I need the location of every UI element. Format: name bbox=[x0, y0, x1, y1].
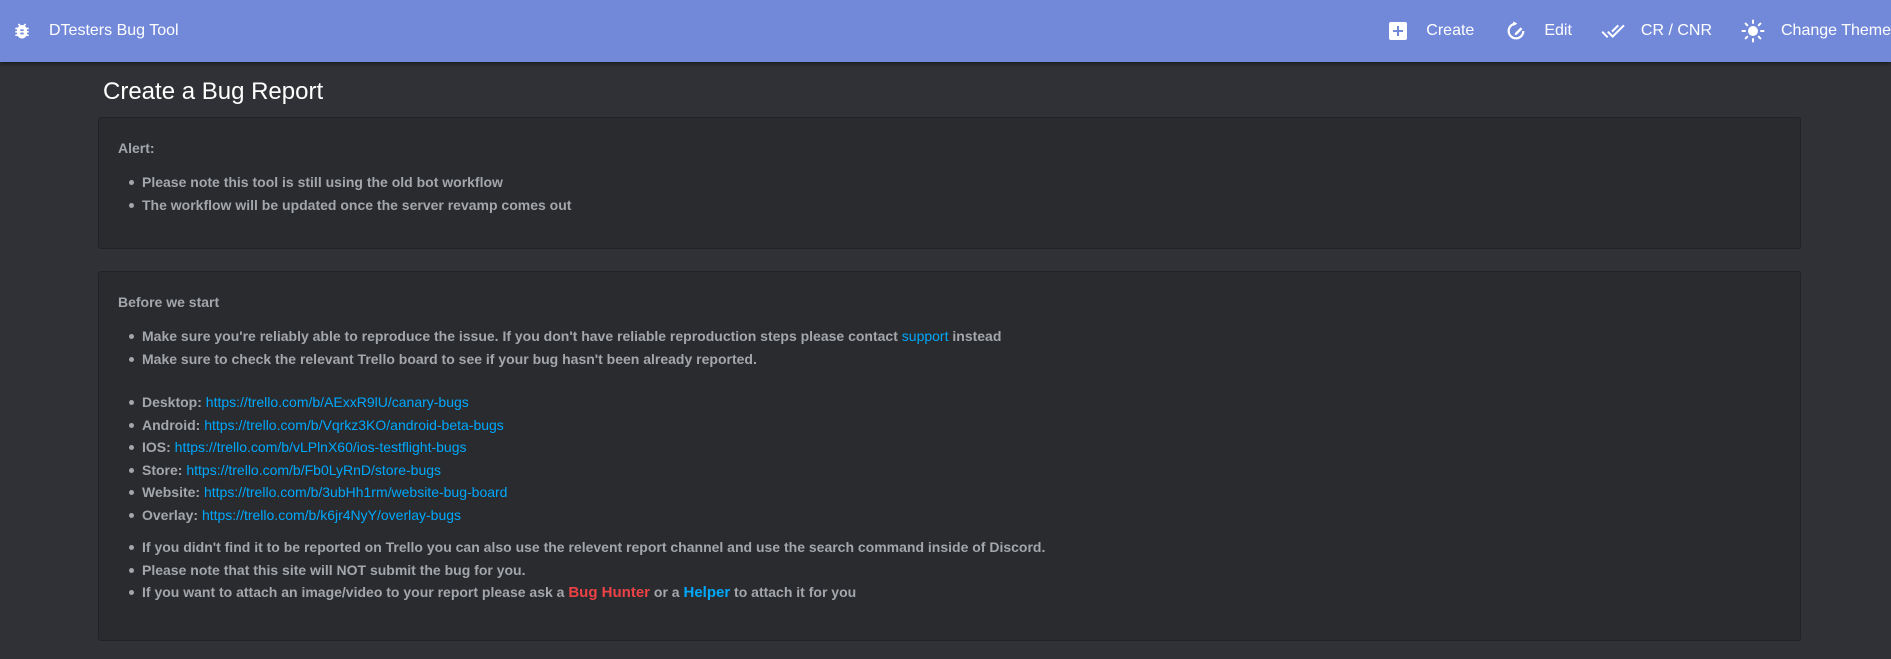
attach-text: If you want to attach an image/video to … bbox=[142, 584, 569, 600]
nav-create-button[interactable]: Create bbox=[1386, 0, 1474, 62]
board-label: Website: bbox=[142, 484, 201, 500]
notes-list: If you didn't find it to be reported on … bbox=[123, 536, 1045, 604]
bug-hunter-role: Bug Hunter bbox=[568, 584, 651, 601]
before-we-start-card: Before we start Make sure you're reliabl… bbox=[98, 271, 1801, 641]
board-label: Store: bbox=[142, 461, 183, 478]
board-link-ios[interactable]: https://trello.com/b/vLPlnX60/ios-testfl… bbox=[175, 439, 467, 455]
board-label: IOS: bbox=[142, 439, 171, 455]
brand[interactable]: DTesters Bug Tool bbox=[0, 0, 179, 62]
helper-role: Helper bbox=[683, 584, 731, 601]
board-item-desktop: Desktop: https://trello.com/b/AExxR9lU/c… bbox=[123, 391, 507, 414]
board-link-website[interactable]: https://trello.com/b/3ubHh1rm/website-bu… bbox=[204, 484, 507, 500]
board-link-store[interactable]: https://trello.com/b/Fb0LyRnD/store-bugs bbox=[186, 462, 441, 478]
reproduce-text: Make sure you're reliably able to reprod… bbox=[142, 328, 902, 344]
nav-cr-cnr-label: CR / CNR bbox=[1640, 22, 1712, 39]
list-item: Make sure you're reliably able to reprod… bbox=[123, 325, 1001, 348]
page-title: Create a Bug Report bbox=[103, 78, 324, 105]
nav-change-theme-button[interactable]: Change Theme bbox=[1741, 0, 1891, 62]
list-item: Make sure to check the relevant Trello b… bbox=[123, 348, 1001, 371]
list-item: Please note that this site will NOT subm… bbox=[123, 559, 1045, 582]
nav-edit-button[interactable]: Edit bbox=[1504, 0, 1572, 62]
support-link[interactable]: support bbox=[902, 328, 949, 344]
bug-icon bbox=[12, 21, 32, 41]
nav-cr-cnr-button[interactable]: CR / CNR bbox=[1601, 0, 1712, 62]
plus-box-icon bbox=[1386, 19, 1410, 43]
board-item-ios: IOS: https://trello.com/b/vLPlnX60/ios-t… bbox=[123, 436, 507, 459]
list-item: Please note this tool is still using the… bbox=[123, 171, 571, 194]
list-item: If you didn't find it to be reported on … bbox=[123, 536, 1045, 559]
instructions-list: Make sure you're reliably able to reprod… bbox=[123, 325, 1001, 370]
main-nav: Create Edit CR / CNR Change Theme bbox=[1386, 0, 1891, 62]
board-link-desktop[interactable]: https://trello.com/b/AExxR9lU/canary-bug… bbox=[206, 394, 469, 410]
top-app-bar: DTesters Bug Tool Create Edit CR / CNR C… bbox=[0, 0, 1891, 62]
trello-boards-list: Desktop: https://trello.com/b/AExxR9lU/c… bbox=[123, 391, 507, 526]
board-item-android: Android: https://trello.com/b/Vqrkz3KO/a… bbox=[123, 414, 507, 437]
before-we-start-heading: Before we start bbox=[118, 294, 220, 310]
alert-card: Alert: Please note this tool is still us… bbox=[98, 117, 1801, 249]
reproduce-text-end: instead bbox=[948, 328, 1002, 344]
board-item-overlay: Overlay: https://trello.com/b/k6jr4NyY/o… bbox=[123, 504, 507, 527]
alert-list: Please note this tool is still using the… bbox=[123, 171, 571, 216]
double-check-icon bbox=[1601, 19, 1625, 43]
refresh-pencil-icon bbox=[1504, 19, 1528, 43]
nav-change-theme-label: Change Theme bbox=[1781, 22, 1891, 39]
board-item-store: Store: https://trello.com/b/Fb0LyRnD/sto… bbox=[123, 459, 507, 482]
board-label: Android: bbox=[142, 416, 201, 433]
app-title: DTesters Bug Tool bbox=[49, 22, 179, 39]
list-item: If you want to attach an image/video to … bbox=[123, 581, 1045, 604]
board-label: Desktop: bbox=[142, 394, 202, 410]
board-link-android[interactable]: https://trello.com/b/Vqrkz3KO/android-be… bbox=[204, 417, 504, 433]
board-link-overlay[interactable]: https://trello.com/b/k6jr4NyY/overlay-bu… bbox=[202, 507, 461, 523]
attach-text-end: to attach it for you bbox=[730, 584, 857, 600]
board-item-website: Website: https://trello.com/b/3ubHh1rm/w… bbox=[123, 481, 507, 504]
alert-heading: Alert: bbox=[118, 140, 155, 156]
list-item: The workflow will be updated once the se… bbox=[123, 194, 571, 217]
nav-edit-label: Edit bbox=[1544, 22, 1572, 39]
attach-text-middle: or a bbox=[650, 584, 684, 600]
nav-create-label: Create bbox=[1426, 22, 1475, 39]
board-label: Overlay: bbox=[142, 506, 199, 523]
sun-icon bbox=[1741, 19, 1765, 43]
